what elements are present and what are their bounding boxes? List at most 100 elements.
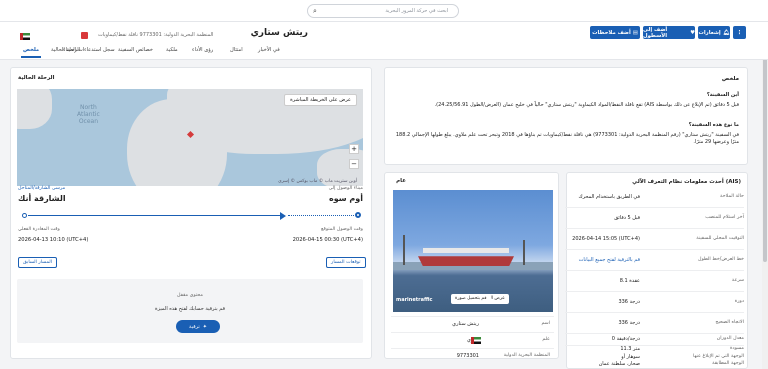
locked-content-panel: محتوى مقفل قم بترقية حسابك لفتح هذه المي… [17, 279, 363, 343]
tab-bar: ملخص الرحلة الحالية سجل استدعاءات المينا… [0, 44, 768, 60]
departure-port: أوم سوه [329, 194, 363, 203]
vessel-name: ريتش ستاري [250, 28, 308, 38]
ais-row: دورة 336 درجة [565, 292, 744, 313]
general-row-flag: علمملاوي [391, 332, 554, 346]
top-bar: ⌕ ابحث في حركة المرور البحرية [0, 0, 768, 22]
vessel-flag-icon [20, 33, 30, 40]
route-line-remaining [288, 215, 354, 216]
tab-in-the-news[interactable]: في الأخبار [258, 47, 280, 53]
atd-label: وقت المغادرة الفعلي [18, 227, 60, 232]
arrival-port[interactable]: الشارقة أنك [18, 194, 66, 203]
live-map-button[interactable]: عرض على الخريطة المباشرة [284, 94, 357, 106]
tab-ownership[interactable]: ملكية [166, 47, 178, 53]
ais-value: قبل 5 دقائق [614, 215, 640, 221]
scrollbar-thumb[interactable] [763, 52, 767, 262]
ais-row: سرعة 8.1 عقدة [565, 271, 744, 292]
upgrade-label: ترقية [189, 323, 200, 330]
search-input[interactable]: ⌕ ابحث في حركة المرور البحرية [307, 4, 459, 18]
ais-key: الاتجاه الصحيح [715, 320, 744, 325]
ais-row: حالة الملاحة في الطريق باستخدام المحرك [565, 187, 744, 208]
more-icon: ⋮ [736, 29, 743, 36]
tab-summary[interactable]: ملخص [20, 47, 42, 58]
ais-key: دورة [734, 299, 744, 304]
eta-label: وقت الوصول المتوقع [320, 227, 363, 232]
locked-label: محتوى مقفل [177, 293, 203, 298]
general-row-name: اسم ريتش ستاري [391, 316, 554, 330]
ais-value: في الطريق باستخدام المحرك [578, 194, 640, 200]
summary-card: ملخص أين السفينة؟ قبل 5 دقائق (تم الإبلا… [384, 67, 748, 165]
photo-credit: marinetraffic [396, 297, 433, 303]
zoom-out-button[interactable]: − [349, 159, 359, 169]
ais-row: الاتجاه الصحيح 336 درجة [565, 313, 744, 334]
search-placeholder: ابحث في حركة المرور البحرية [385, 8, 448, 14]
add-notes-label: أضف ملاحظات [592, 29, 631, 36]
departure-label: ميناء الوصول إلى [328, 186, 363, 191]
sparkle-icon: ✦ [202, 323, 207, 330]
more-button[interactable]: ⋮ [733, 26, 746, 39]
ais-value: 11.3 متر [620, 346, 640, 352]
vessel-subtitle: المنظمة البحرية الدولية: 9773301 ناقلة ن… [98, 32, 214, 38]
arrival-label[interactable]: مرسى الشارقة/المتاحل [18, 186, 65, 191]
add-fleet-button[interactable]: أضف إلى الأسطول ♥ [643, 26, 695, 39]
vessel-photo[interactable]: marinetraffic عرض الكل (6) قم بتحميل صور… [393, 190, 553, 312]
photo-ship-deck [423, 248, 509, 253]
eta-value: 2026-04-15 00:30 (UTC+4) [292, 237, 363, 243]
previous-route-button[interactable]: المسار السابق [18, 257, 58, 268]
upgrade-button[interactable]: ترقية ✦ [176, 320, 220, 333]
tab-compliance[interactable]: امتثال [230, 47, 243, 53]
malawi-flag-icon [471, 337, 481, 344]
summary-title: ملخص [721, 76, 739, 82]
map-attribution: أوبن ستريت ماب © ماب بوكس © إسري [278, 179, 357, 184]
notifications-label: إشعارات [698, 29, 721, 36]
bell-icon: 🔔︎ [722, 29, 730, 36]
current-voyage-title: الرحلة الحالية [18, 75, 55, 81]
photo-crane [403, 235, 405, 265]
general-title: عام [396, 178, 406, 184]
general-value: ريتش ستاري [452, 321, 479, 327]
photo-ship-hull [418, 256, 514, 266]
tab-performance[interactable]: رؤى الأداء [192, 47, 213, 53]
ais-key: التوقيت المحلي للسفينة [696, 236, 744, 241]
summary-q2: ما نوع هذه السفينة؟ [688, 122, 739, 128]
zoom-in-button[interactable]: + [349, 144, 359, 154]
ais-key: الوجهة التي تم الإبلاغ عنها [693, 354, 744, 359]
map-land-africa [127, 99, 227, 186]
ais-key: سرعة [731, 278, 744, 283]
summary-a1: قبل 5 دقائق (تم الإبلاغ عن ذلك بواسطة AI… [434, 102, 739, 108]
photo-crane-2 [523, 240, 525, 265]
ais-row: الوجهة المطابقة صحار، سلطنة عمان [565, 361, 744, 369]
route-arrow-icon [280, 212, 286, 220]
heart-icon: ♥ [690, 29, 695, 36]
locked-text: قم بترقية حسابك لفتح هذه الميزة [155, 306, 225, 312]
ais-key: معدل الدوران [716, 336, 744, 341]
general-value: 9773301 [456, 353, 479, 359]
route-forecast-button[interactable]: توقعات المسار [326, 257, 366, 268]
tab-port-calls[interactable]: سجل استدعاءات الميناء [63, 47, 115, 53]
route-line-done [28, 215, 282, 216]
ais-key: خط العرض/خط الطول [698, 257, 744, 262]
ais-row: مسودة 11.3 متر [565, 346, 744, 354]
map-label-north: North [80, 104, 97, 111]
ais-title: أحدث معلومات نظام التعرف الآلي (AIS) [632, 179, 741, 185]
add-notes-button[interactable]: أضف ملاحظات ▤ [590, 26, 640, 39]
ais-value: 2026-04-14 15:05 (UTC+4) [572, 236, 640, 242]
map-label-ocean: Ocean [78, 118, 99, 125]
tab-vessel-particulars[interactable]: خصائص السفينة [118, 47, 153, 53]
ais-key: آخر استلام للمنصب [705, 215, 744, 220]
ais-upgrade-link[interactable]: قم بالترقية لفتح جميع البيانات [579, 257, 640, 263]
voyage-map[interactable]: North Atlantic Ocean عرض على الخريطة المبا… [17, 89, 363, 186]
route-start-dot [22, 213, 27, 218]
scrollbar[interactable] [762, 22, 768, 369]
ais-value: 8.1 عقدة [619, 278, 640, 284]
ais-value: 336 درجة [618, 299, 640, 305]
ais-row: آخر استلام للمنصب قبل 5 دقائق [565, 208, 744, 229]
upload-photo-button[interactable]: قم بتحميل صورة [451, 294, 491, 304]
note-icon: ▤ [632, 29, 638, 36]
search-icon: ⌕ [313, 7, 317, 15]
ais-row: معدل الدوران 0 درجة/دقيقة [565, 334, 744, 346]
ais-row: التوقيت المحلي للسفينة 2026-04-14 15:05 (… [565, 229, 744, 250]
vessel-alert-icon [81, 32, 88, 39]
ais-key: حالة الملاحة [720, 194, 744, 199]
notifications-button[interactable]: إشعارات 🔔︎ [698, 26, 730, 39]
ais-value: 0 درجة/دقيقة [611, 336, 640, 342]
